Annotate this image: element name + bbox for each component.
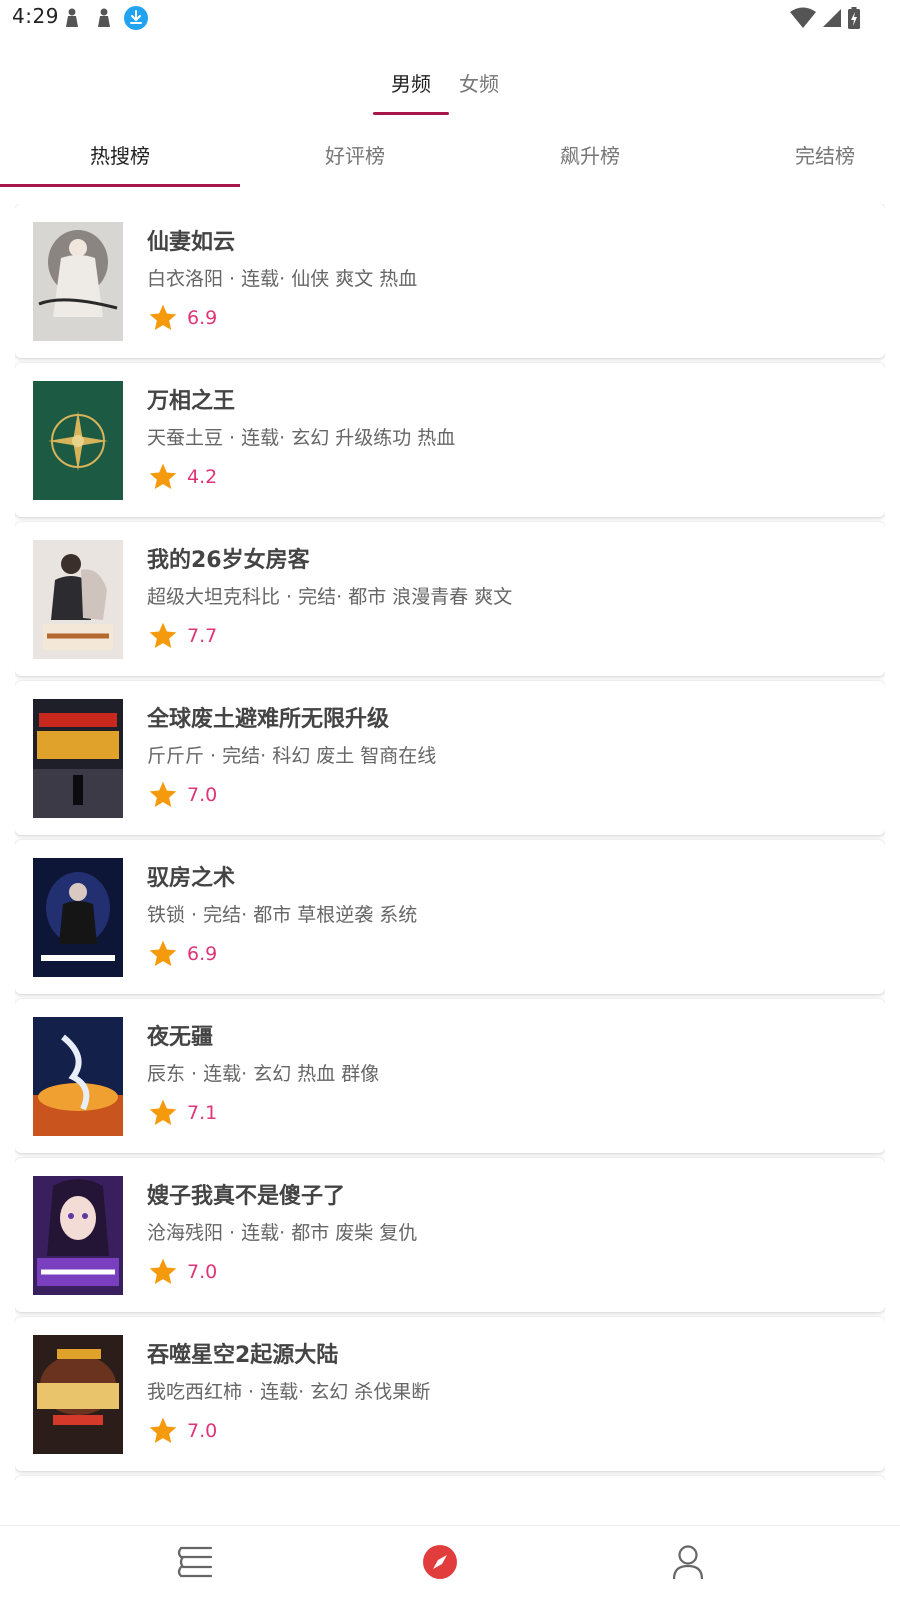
book-title: 仙妻如云 [147, 230, 236, 255]
book-meta: 白衣洛阳 · 连载· 仙侠 爽文 热血 [147, 268, 418, 290]
book-meta: 斤斤斤 · 完结· 科幻 废土 智商在线 [147, 745, 437, 767]
book-card[interactable]: 我的26岁女房客 超级大坦克科比 · 完结· 都市 浪漫青春 爽文 7.7 [15, 522, 885, 676]
book-card[interactable]: 驭房之术 铁锁 · 完结· 都市 草根逆袭 系统 6.9 [15, 840, 885, 994]
book-card[interactable]: 万相之王 天蚕土豆 · 连载· 玄幻 升级练功 热血 4.2 [15, 363, 885, 517]
book-card-partial[interactable] [15, 1476, 885, 1510]
book-cover [33, 222, 123, 341]
bottom-nav [0, 1525, 900, 1601]
star-icon [149, 304, 177, 330]
book-list[interactable]: 仙妻如云 白衣洛阳 · 连载· 仙侠 爽文 热血 6.9 万相之王 天蚕土豆 ·… [15, 204, 885, 1510]
book-cover [33, 381, 123, 500]
notification-person-icon [98, 8, 110, 27]
rating-value: 4.2 [187, 466, 218, 488]
book-rating: 6.9 [147, 938, 217, 970]
book-meta: 沧海残阳 · 连载· 都市 废柴 复仇 [147, 1222, 418, 1244]
book-cover [33, 699, 123, 818]
rating-value: 7.0 [187, 784, 218, 806]
nav-bookshelf[interactable] [174, 1540, 218, 1584]
book-cover [33, 1176, 123, 1295]
book-card[interactable]: 仙妻如云 白衣洛阳 · 连载· 仙侠 爽文 热血 6.9 [15, 204, 885, 358]
book-title: 全球废土避难所无限升级 [147, 707, 390, 732]
star-icon [149, 1099, 177, 1125]
gender-tab-indicator [373, 112, 449, 115]
book-card[interactable]: 吞噬星空2起源大陆 我吃西红柿 · 连载· 玄幻 杀伐果断 7.0 [15, 1317, 885, 1471]
book-title: 嫂子我真不是傻子了 [147, 1184, 346, 1209]
book-rating: 6.9 [147, 302, 217, 334]
book-title: 驭房之术 [147, 866, 236, 891]
book-card[interactable]: 全球废土避难所无限升级 斤斤斤 · 完结· 科幻 废土 智商在线 7.0 [15, 681, 885, 835]
book-card[interactable]: 夜无疆 辰东 · 连载· 玄幻 热血 群像 7.1 [15, 999, 885, 1153]
book-card[interactable]: 嫂子我真不是傻子了 沧海残阳 · 连载· 都市 废柴 复仇 7.0 [15, 1158, 885, 1312]
rating-value: 6.9 [187, 943, 218, 965]
star-icon [149, 622, 177, 648]
notification-person-icon [66, 8, 78, 27]
rank-tabs: 热搜榜 好评榜 飙升榜 完结榜 [0, 128, 900, 190]
book-meta: 铁锁 · 完结· 都市 草根逆袭 系统 [147, 904, 418, 926]
star-icon [149, 1258, 177, 1284]
download-icon [124, 6, 148, 30]
status-bar: 4:29 [0, 0, 900, 36]
rating-value: 6.9 [187, 307, 218, 329]
star-icon [149, 463, 177, 489]
rating-value: 7.0 [187, 1420, 218, 1442]
book-cover [33, 540, 123, 659]
book-rating: 4.2 [147, 461, 217, 493]
book-rating: 7.0 [147, 1256, 217, 1288]
book-title: 吞噬星空2起源大陆 [147, 1343, 339, 1368]
book-cover [33, 1017, 123, 1136]
rating-value: 7.1 [187, 1102, 218, 1124]
book-title: 夜无疆 [147, 1025, 214, 1050]
book-rating: 7.0 [147, 1415, 217, 1447]
profile-icon [672, 1545, 704, 1580]
rating-value: 7.0 [187, 1261, 218, 1283]
book-cover [33, 858, 123, 977]
book-title: 万相之王 [147, 389, 236, 414]
tab-rising[interactable]: 飙升榜 [470, 140, 710, 169]
book-title: 我的26岁女房客 [147, 548, 310, 573]
rating-value: 7.7 [187, 625, 218, 647]
nav-discover[interactable] [418, 1540, 462, 1584]
wifi-icon [790, 7, 816, 28]
rank-tab-indicator [0, 184, 240, 187]
tab-good-reviews[interactable]: 好评榜 [235, 140, 475, 169]
book-meta: 天蚕土豆 · 连载· 玄幻 升级练功 热血 [147, 427, 456, 449]
nav-profile[interactable] [666, 1540, 710, 1584]
discover-compass-icon [423, 1545, 457, 1579]
book-rating: 7.7 [147, 620, 217, 652]
status-time: 4:29 [12, 4, 59, 28]
book-meta: 超级大坦克科比 · 完结· 都市 浪漫青春 爽文 [147, 586, 513, 608]
tab-hot-search[interactable]: 热搜榜 [0, 140, 240, 169]
book-rating: 7.0 [147, 779, 217, 811]
cell-signal-icon [823, 9, 841, 27]
book-cover [33, 1335, 123, 1454]
book-rating: 7.1 [147, 1097, 217, 1129]
bookshelf-icon [177, 1546, 213, 1578]
gender-tabs: 男频 女频 [0, 60, 900, 116]
battery-charging-icon [848, 7, 860, 29]
status-icons [790, 6, 860, 30]
tab-female[interactable]: 女频 [441, 68, 517, 97]
tab-completed[interactable]: 完结榜 [705, 140, 900, 169]
star-icon [149, 781, 177, 807]
star-icon [149, 1417, 177, 1443]
star-icon [149, 940, 177, 966]
tab-male[interactable]: 男频 [373, 68, 449, 97]
book-meta: 我吃西红柿 · 连载· 玄幻 杀伐果断 [147, 1381, 431, 1403]
book-meta: 辰东 · 连载· 玄幻 热血 群像 [147, 1063, 380, 1085]
